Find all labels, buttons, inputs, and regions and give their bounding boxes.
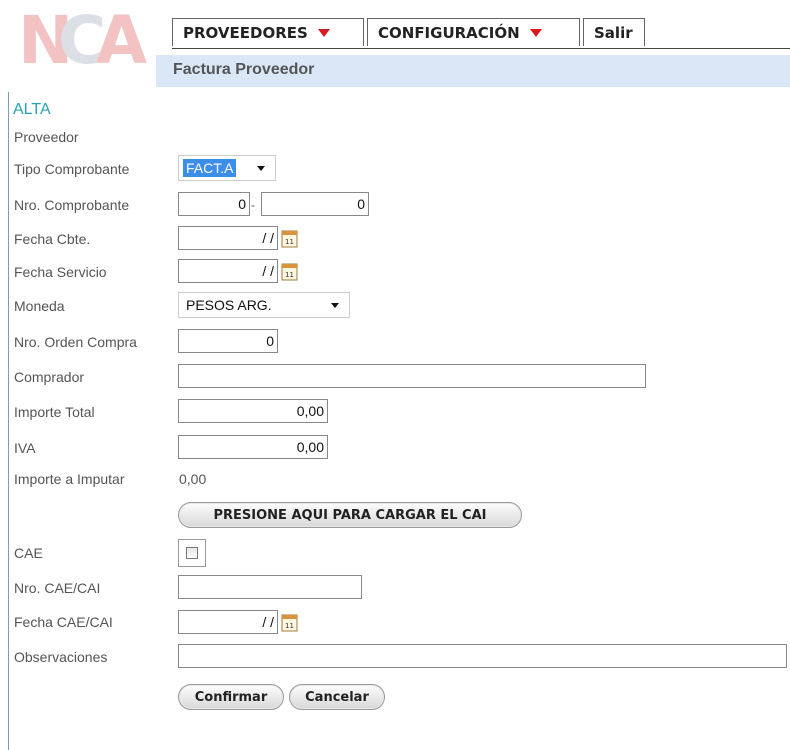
menu-salir[interactable]: Salir xyxy=(583,18,645,46)
page-title: Factura Proveedor xyxy=(173,61,315,78)
observaciones-label: Observaciones xyxy=(14,649,108,665)
fecha-cae-input[interactable] xyxy=(178,610,278,634)
confirmar-button[interactable]: Confirmar xyxy=(178,684,284,710)
nro-cae-label: Nro. CAE/CAI xyxy=(14,580,101,596)
calendar-icon[interactable]: 11 xyxy=(281,228,299,248)
nro-orden-compra-label: Nro. Orden Compra xyxy=(14,334,137,350)
moneda-select[interactable]: PESOS ARG. xyxy=(178,292,350,318)
comprador-label: Comprador xyxy=(14,369,85,385)
nca-logo: N C A xyxy=(18,2,147,79)
menu-configuracion[interactable]: CONFIGURACIÓN xyxy=(367,18,580,46)
moneda-label: Moneda xyxy=(14,298,65,314)
dropdown-arrow-icon xyxy=(317,28,330,37)
fecha-servicio-label: Fecha Servicio xyxy=(14,264,107,280)
importe-imputar-label: Importe a Imputar xyxy=(14,471,125,487)
top-menu: PROVEEDORES CONFIGURACIÓN Salir xyxy=(172,18,648,48)
select-caret-icon xyxy=(331,303,339,308)
nro-cae-input[interactable] xyxy=(178,575,362,599)
proveedor-label: Proveedor xyxy=(14,129,79,145)
nro-orden-compra-input[interactable] xyxy=(178,329,278,353)
observaciones-input[interactable] xyxy=(178,644,787,668)
importe-total-label: Importe Total xyxy=(14,404,95,420)
menu-proveedores-label: PROVEEDORES xyxy=(183,23,308,42)
nro-comprobante-separator: - xyxy=(251,198,255,212)
select-caret-icon xyxy=(257,166,265,171)
fecha-servicio-input[interactable] xyxy=(178,259,278,283)
cancelar-button[interactable]: Cancelar xyxy=(289,684,385,710)
iva-label: IVA xyxy=(14,440,36,456)
calendar-day: 11 xyxy=(285,238,294,246)
cae-label: CAE xyxy=(14,545,43,561)
menu-configuracion-label: CONFIGURACIÓN xyxy=(378,23,520,42)
content-border xyxy=(8,92,9,750)
calendar-day: 11 xyxy=(285,271,294,279)
moneda-value: PESOS ARG. xyxy=(186,297,272,313)
calendar-day: 11 xyxy=(285,622,294,630)
calendar-icon[interactable]: 11 xyxy=(281,612,299,632)
menu-divider xyxy=(172,48,790,49)
fecha-cbte-label: Fecha Cbte. xyxy=(14,231,91,247)
dropdown-arrow-icon xyxy=(529,28,542,37)
fecha-cae-label: Fecha CAE/CAI xyxy=(14,614,113,630)
fecha-cbte-input[interactable] xyxy=(178,226,278,250)
nro-comprobante-numero-input[interactable] xyxy=(261,192,369,216)
cargar-cai-button[interactable]: PRESIONE AQUI PARA CARGAR EL CAI xyxy=(178,502,522,528)
tipo-comprobante-label: Tipo Comprobante xyxy=(14,161,130,177)
nro-comprobante-label: Nro. Comprobante xyxy=(14,197,130,213)
tipo-comprobante-select[interactable]: FACT.A xyxy=(178,155,276,181)
calendar-icon[interactable]: 11 xyxy=(281,261,299,281)
tipo-comprobante-value: FACT.A xyxy=(183,159,237,177)
cae-checkbox[interactable] xyxy=(178,539,206,567)
importe-imputar-value: 0,00 xyxy=(179,471,207,487)
checkbox-box xyxy=(186,547,198,559)
iva-input[interactable] xyxy=(178,435,328,459)
page-title-bar: Factura Proveedor xyxy=(156,55,790,87)
menu-salir-label: Salir xyxy=(594,23,633,42)
importe-total-input[interactable] xyxy=(178,399,328,423)
nro-comprobante-punto-input[interactable] xyxy=(178,192,250,216)
menu-proveedores[interactable]: PROVEEDORES xyxy=(172,18,364,46)
section-title: ALTA xyxy=(13,101,51,118)
comprador-input[interactable] xyxy=(178,364,646,388)
